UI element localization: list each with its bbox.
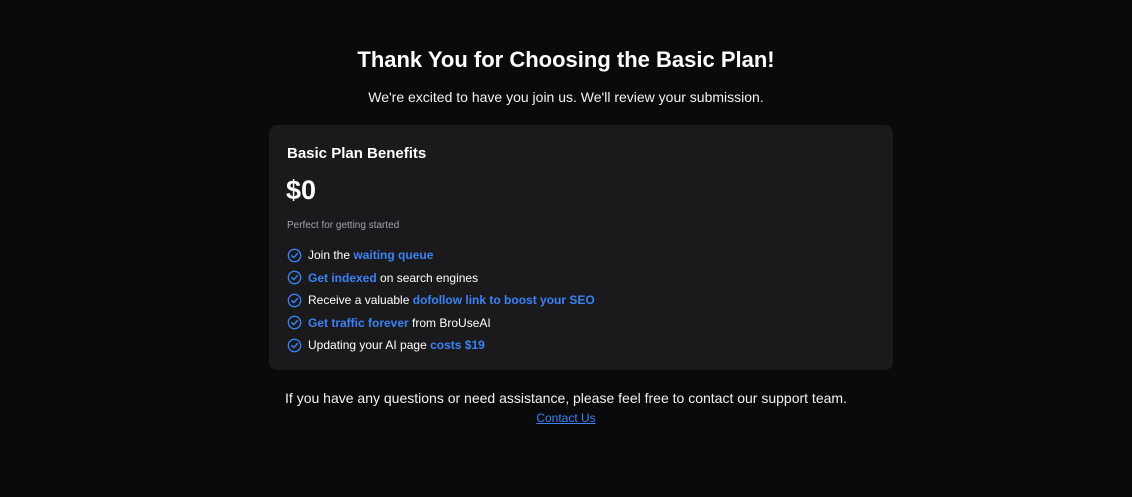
benefit-item: Receive a valuable dofollow link to boos… bbox=[287, 289, 595, 312]
page-subtitle: We're excited to have you join us. We'll… bbox=[368, 89, 764, 105]
benefit-item: Get traffic forever from BroUseAI bbox=[287, 312, 595, 335]
benefit-highlight: Get indexed bbox=[308, 270, 377, 285]
thank-you-page: Thank You for Choosing the Basic Plan! W… bbox=[0, 0, 1132, 497]
page-title: Thank You for Choosing the Basic Plan! bbox=[357, 47, 775, 72]
support-message: If you have any questions or need assist… bbox=[285, 390, 847, 406]
plan-benefits-card: Basic Plan Benefits $0 Perfect for getti… bbox=[269, 125, 893, 370]
benefit-text: Receive a valuable bbox=[308, 293, 413, 308]
check-circle-icon bbox=[287, 293, 302, 308]
benefit-text-after: from BroUseAI bbox=[408, 315, 491, 330]
benefit-highlight: dofollow link to boost your SEO bbox=[412, 293, 595, 308]
contact-us-link[interactable]: Contact Us bbox=[536, 411, 595, 425]
benefit-highlight: waiting queue bbox=[353, 248, 434, 263]
benefit-text-after: on search engines bbox=[376, 270, 479, 285]
benefit-highlight: costs $19 bbox=[430, 338, 485, 353]
benefit-item: Join the waiting queue bbox=[287, 244, 595, 267]
benefit-item: Get indexed on search engines bbox=[287, 267, 595, 290]
card-heading: Basic Plan Benefits bbox=[287, 145, 427, 162]
plan-tagline: Perfect for getting started bbox=[287, 220, 400, 231]
check-circle-icon bbox=[287, 248, 302, 263]
check-circle-icon bbox=[287, 270, 302, 285]
check-circle-icon bbox=[287, 315, 302, 330]
plan-price: $0 bbox=[286, 175, 317, 205]
benefit-highlight: Get traffic forever bbox=[308, 315, 409, 330]
contact-link-wrapper: Contact Us bbox=[0, 410, 1132, 426]
benefits-list: Join the waiting queue Get indexed on se… bbox=[287, 244, 595, 357]
check-circle-icon bbox=[287, 338, 302, 353]
benefit-item: Updating your AI page costs $19 bbox=[287, 334, 595, 357]
benefit-text: Join the bbox=[308, 248, 354, 263]
benefit-text: Updating your AI page bbox=[308, 338, 431, 353]
